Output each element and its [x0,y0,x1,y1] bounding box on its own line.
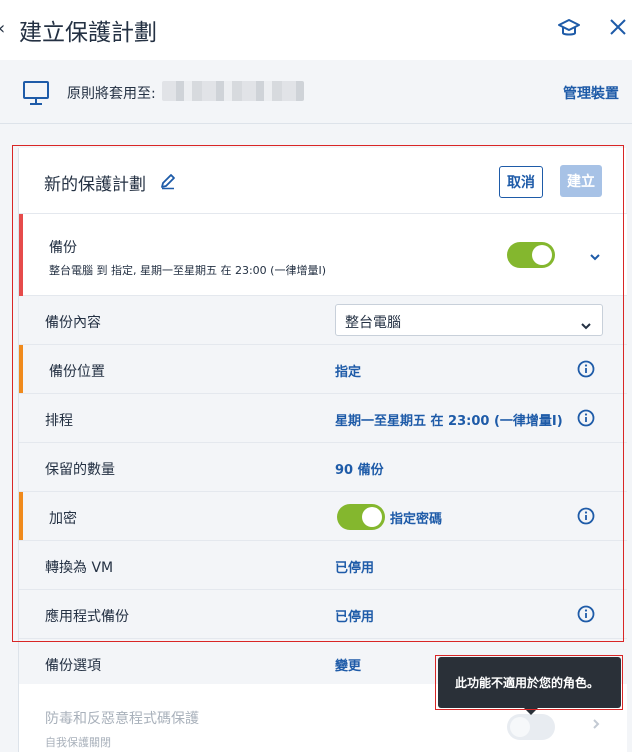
convert-vm-row: 轉換為 VM 已停用 [19,541,627,590]
backup-location-value[interactable]: 指定 [335,361,361,380]
app-backup-row: 應用程式備份 已停用 [19,590,627,639]
encryption-toggle[interactable] [337,504,385,534]
create-button[interactable]: 建立 [560,165,602,197]
backup-summary: 整台電腦 到 指定, 星期一至星期五 在 23:00 (一律增量I) [49,264,327,277]
page-title: 建立保護計劃 [19,20,157,46]
backup-toggle[interactable] [507,242,555,272]
tooltip-arrow [524,708,538,715]
info-icon[interactable] [577,409,595,431]
encryption-value[interactable]: 指定密碼 [390,508,442,527]
cancel-button[interactable]: 取消 [499,166,543,198]
convert-vm-label: 轉換為 VM [45,560,114,576]
manage-devices-link[interactable]: 管理裝置 [563,83,619,103]
convert-vm-value[interactable]: 已停用 [335,557,374,576]
encryption-row: 加密 指定密碼 [19,492,627,541]
chevron-down-icon[interactable] [588,247,602,266]
schedule-label: 排程 [45,413,73,429]
plan-name: 新的保護計劃 [44,175,146,195]
backup-content-row: 備份內容 整台電腦 [19,296,627,345]
backup-location-row: 備份位置 指定 [19,345,627,394]
antivirus-subtitle: 自我保護關閉 [45,736,111,749]
antivirus-toggle [507,714,555,744]
graduation-cap-icon[interactable] [557,17,581,43]
antivirus-title: 防毒和反惡意程式碼保護 [45,711,199,727]
chevron-down-icon [580,316,592,335]
retention-label: 保留的數量 [45,462,115,478]
warning-stripe [19,345,23,393]
chevron-right-icon [591,716,601,735]
backup-content-label: 備份內容 [45,315,101,331]
app-backup-label: 應用程式備份 [45,609,129,625]
device-name-redacted [162,81,304,101]
warning-stripe [19,492,23,540]
chevron-left-icon[interactable]: ‹ [0,18,5,39]
app-backup-value[interactable]: 已停用 [335,606,374,625]
select-value: 整台電腦 [345,315,401,331]
info-icon[interactable] [577,507,595,529]
tooltip-text: 此功能不適用於您的角色。 [455,676,600,690]
plan-header: 新的保護計劃 取消 建立 [19,148,627,214]
backup-options-value[interactable]: 變更 [335,655,361,674]
backup-content-select[interactable]: 整台電腦 [335,304,603,336]
apply-to-label: 原則將套用至: [67,86,156,102]
error-stripe [19,214,23,296]
info-icon[interactable] [577,605,595,627]
pencil-icon[interactable] [159,172,177,194]
close-icon[interactable] [608,17,628,41]
encryption-label: 加密 [49,511,77,527]
apply-to-row: 原則將套用至: 管理裝置 [0,60,632,124]
retention-value[interactable]: 90 備份 [335,459,384,478]
backup-location-label: 備份位置 [49,364,105,380]
dialog-header: ‹ 建立保護計劃 [0,0,632,60]
info-icon[interactable] [577,360,595,382]
retention-row: 保留的數量 90 備份 [19,443,627,492]
role-tooltip: 此功能不適用於您的角色。 [438,657,621,715]
backup-module[interactable]: 備份 整台電腦 到 指定, 星期一至星期五 在 23:00 (一律增量I) [19,214,627,296]
backup-options-label: 備份選項 [45,658,101,674]
backup-title: 備份 [49,240,77,256]
schedule-value[interactable]: 星期一至星期五 在 23:00 (一律增量I) [335,410,563,429]
schedule-row: 排程 星期一至星期五 在 23:00 (一律增量I) [19,394,627,443]
monitor-icon [22,80,50,110]
